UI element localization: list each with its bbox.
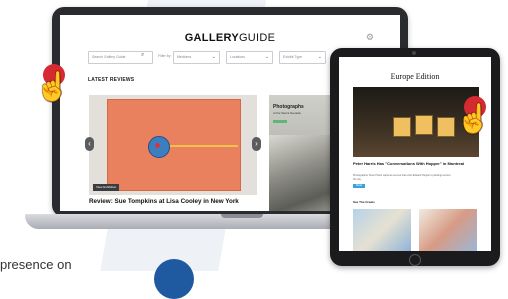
locations-select-value: Locations <box>230 55 245 59</box>
mediums-select[interactable]: Mediums ⌄ <box>173 51 220 64</box>
search-icon[interactable]: ⌕ <box>141 52 144 59</box>
logo-light-text: GUIDE <box>238 32 276 44</box>
tablet-camera <box>412 51 416 55</box>
side-card-title: Photographs <box>273 104 304 110</box>
hand-glyph: ☝ <box>456 103 491 134</box>
thumbnail-image[interactable] <box>419 209 477 251</box>
prev-arrow-icon[interactable]: ‹ <box>85 137 94 151</box>
artwork-line <box>158 145 238 147</box>
side-card-subtitle: of the Sierra Nevada <box>273 111 301 115</box>
exhibit-type-select-value: Exhibit Type <box>283 55 303 59</box>
feature-caption[interactable]: Review: Sue Tompkins at Lisa Cooley in N… <box>89 198 259 206</box>
logo-bold-text: GALLERY <box>184 32 239 44</box>
view-exhibition-badge[interactable]: View Exhibition <box>93 184 120 191</box>
article-body: Photographer Peter Harris captures scene… <box>353 174 451 181</box>
feature-card[interactable]: ‹ › View Exhibition <box>85 95 261 195</box>
tablet-screen: Europe Edition Peter Harris Has "Convers… <box>339 57 491 251</box>
thumbnail-image[interactable] <box>353 209 411 251</box>
image-window <box>393 117 411 137</box>
hand-glyph: ☝ <box>35 71 70 102</box>
exhibit-type-select[interactable]: Exhibit Type ⌄ <box>279 51 326 64</box>
pointing-hand-icon: ☝ <box>35 64 75 104</box>
locations-select[interactable]: Locations ⌄ <box>226 51 273 64</box>
tablet-section-title: See The Greats <box>353 200 375 204</box>
mediums-select-value: Mediums <box>177 55 192 59</box>
section-title: LATEST REVIEWS <box>88 77 135 83</box>
tablet-frame: Europe Edition Peter Harris Has "Convers… <box>330 48 500 266</box>
chevron-down-icon: ⌄ <box>211 54 216 60</box>
home-button[interactable] <box>409 254 421 266</box>
site-logo[interactable]: GALLERYGUIDE <box>60 32 400 44</box>
image-window <box>415 115 433 135</box>
artwork-dot <box>155 143 160 148</box>
feature-artwork <box>107 99 241 191</box>
footer-circle <box>154 259 194 299</box>
chevron-down-icon: ⌄ <box>264 54 269 60</box>
side-card-tag <box>273 120 287 123</box>
gear-icon[interactable]: ⚙ <box>366 32 374 43</box>
pointing-hand-icon: ☝ <box>456 96 496 136</box>
next-arrow-icon[interactable]: › <box>252 137 261 151</box>
chevron-down-icon: ⌄ <box>317 54 322 60</box>
image-window <box>437 117 455 137</box>
laptop-notch <box>221 214 263 218</box>
article-headline[interactable]: Peter Harris Has "Conversations With Hop… <box>353 161 473 166</box>
read-more-button[interactable]: Read More <box>353 184 365 191</box>
footer-text: presence on <box>0 257 72 272</box>
filter-label: Filter by: <box>158 54 172 58</box>
edition-title: Europe Edition <box>390 72 440 81</box>
